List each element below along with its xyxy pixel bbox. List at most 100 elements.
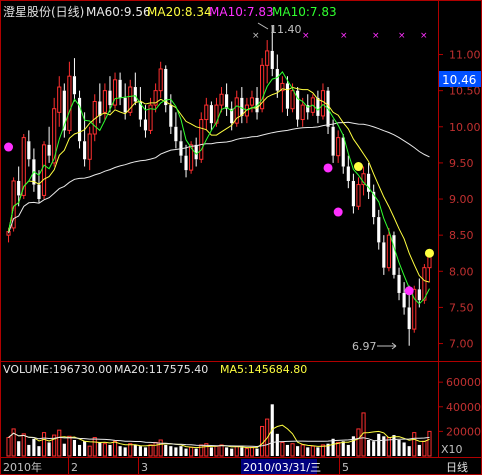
volume-bar [230,448,234,456]
volume-bar [341,441,345,456]
ma10-label-magenta: MA10:7.83 [209,5,274,19]
candle [118,72,122,106]
volume-bar [17,441,21,456]
volume-bar [306,447,310,456]
candle [32,148,36,192]
volume-bar [128,443,133,457]
volume-bar [285,444,290,456]
candle-body [184,155,188,171]
volume-bar [47,442,51,456]
volume-bar [392,435,396,456]
candle-body [417,289,421,301]
candle [296,87,300,127]
candle-body [204,104,209,121]
volume-ma20-line [8,432,430,448]
candle [392,231,396,279]
price-tick-label: 7.00 [449,338,474,351]
candle [346,155,350,189]
volume-bar [184,448,188,456]
stock-chart[interactable]: 澄星股份(日线) MA60:9.56 MA20:8.34 MA10:7.83 M… [0,0,482,475]
period-button[interactable]: 日线 [446,460,468,474]
volume-bar [112,440,118,457]
candle-body [296,90,300,120]
candle-body [41,144,47,196]
price-axis: 11.0010.5010.009.509.008.508.007.507.00 [438,49,481,351]
candle-body [83,141,87,160]
volume-bar [336,441,341,457]
candle-body [407,307,411,330]
volume-bar [300,444,305,457]
candle [57,76,62,127]
stock-name-label: 澄星股份(日线) [3,4,84,19]
candle-body [351,180,355,207]
candle-body [240,97,244,116]
volume-bar [57,429,62,457]
candle-body [37,184,41,200]
candle [225,83,229,116]
low-annotation: 6.97 [352,340,377,353]
date-label-feb: 2 [71,461,78,474]
candle-body [341,137,345,167]
candle [112,72,118,109]
volume-bar [67,435,72,457]
candle-body [249,97,255,106]
ma10-line [8,71,430,305]
current-price-value: 10.46 [442,73,476,87]
candle-body [102,90,107,113]
volume-bar [412,432,417,457]
signal-dot [424,248,434,258]
volume-bar [118,446,122,456]
candle-body [158,68,163,92]
candle [138,87,142,127]
volume-bar [407,446,411,456]
volume-bar [225,447,229,456]
volume-bar [83,441,87,456]
candle-body [47,144,51,156]
candle [209,101,213,131]
candle-body [219,93,224,106]
candle-body [67,75,72,131]
ma60-line [8,121,430,234]
volume-label: VOLUME:196730.00 [3,363,112,376]
candle [351,173,355,214]
candle-body [265,50,270,66]
candle-body [87,133,92,160]
signal-marker: × [252,31,260,41]
candle [199,112,204,163]
candle-body [386,234,391,269]
candle [87,126,92,171]
volume-bar [397,440,401,456]
volume-bar [143,447,148,456]
volume-bar [62,443,66,456]
volume-bar [367,440,371,456]
volume-bar [260,425,265,457]
volume-bar [164,444,168,456]
volume-bar [77,444,82,456]
signal-marker: × [340,31,348,41]
price-tick-label: 9.50 [449,157,474,170]
candle-body [133,87,137,102]
volume-bar [133,444,137,456]
volume-bar [32,438,36,456]
volume-bar [402,442,406,456]
candle [249,90,255,113]
volume-bar [41,432,47,457]
candle-body [174,126,178,142]
candle [158,61,163,98]
candle-body [209,105,213,124]
high-annotation: 11.40 [270,23,302,36]
candle [164,65,168,113]
candle [47,126,51,163]
volume-bar [72,440,77,456]
ma20-label: MA20:8.34 [147,5,212,19]
candle-body [225,94,229,109]
candle [184,144,188,178]
volume-bar [240,447,244,456]
candle [367,162,371,200]
price-plot [4,25,434,346]
volume-bar [92,437,97,457]
volume-bar [27,444,31,456]
candle-body [199,119,204,160]
candle-body [285,83,290,109]
price-tick-label: 8.50 [449,229,474,242]
